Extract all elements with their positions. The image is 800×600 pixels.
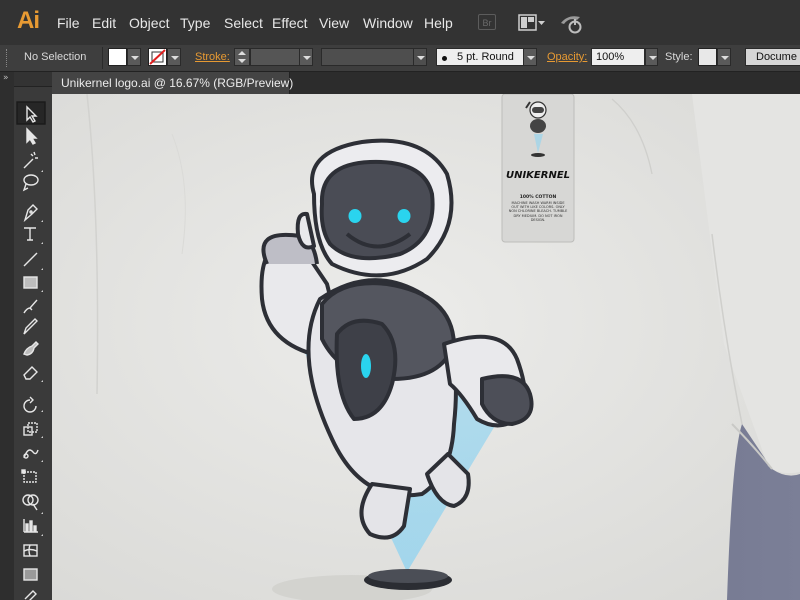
robot-chest-light xyxy=(361,354,371,378)
fill-swatch[interactable] xyxy=(108,48,127,66)
variable-width-dropdown[interactable] xyxy=(413,48,427,66)
menu-file[interactable]: File xyxy=(57,15,80,31)
eraser-tool-icon[interactable] xyxy=(17,364,45,386)
gradient-tool-icon[interactable] xyxy=(17,564,45,586)
tools-panel: » xyxy=(0,72,53,600)
control-bar: No Selection Stroke: 5 pt. Round Opacity… xyxy=(0,45,800,72)
stroke-dropdown[interactable] xyxy=(167,48,181,66)
divider xyxy=(102,47,103,69)
opacity-arrow[interactable] xyxy=(645,48,658,66)
pen-tool-icon[interactable] xyxy=(17,202,45,224)
tag-care-block: MACHINE WASH WARM INSIDE OUT WITH LIKE C… xyxy=(508,201,568,222)
rotate-tool-icon[interactable] xyxy=(17,394,45,416)
graphic-style-swatch[interactable] xyxy=(698,48,717,66)
shape-builder-tool-icon[interactable] xyxy=(17,490,45,512)
tshirt-mockup-artwork: UNIKERNEL 100% COTTON MACHINE WASH WARM … xyxy=(52,94,800,600)
menu-effect[interactable]: Effect xyxy=(272,15,308,31)
opacity-field[interactable]: 100% xyxy=(591,48,645,66)
scale-tool-icon[interactable] xyxy=(17,419,45,441)
brush-definition-field[interactable]: 5 pt. Round xyxy=(436,48,524,66)
control-bar-grip[interactable] xyxy=(6,49,10,67)
stroke-none-swatch-icon[interactable] xyxy=(148,48,167,66)
eyedropper-tool-icon[interactable] xyxy=(17,587,45,600)
arrange-documents-icon[interactable] xyxy=(518,14,546,32)
paintbrush-tool-icon[interactable] xyxy=(17,297,45,319)
graph-tool-icon[interactable] xyxy=(17,515,45,537)
tag-brand-text: UNIKERNEL xyxy=(506,170,570,181)
robot-eye-left xyxy=(348,209,362,223)
stroke-weight-field[interactable] xyxy=(250,48,300,66)
stroke-weight-stepper[interactable] xyxy=(234,48,250,66)
artboard-canvas[interactable]: UNIKERNEL 100% COTTON MACHINE WASH WARM … xyxy=(52,94,800,600)
lasso-tool-icon[interactable] xyxy=(17,173,45,195)
menu-object[interactable]: Object xyxy=(129,15,169,31)
bridge-button[interactable]: Br xyxy=(478,14,496,30)
menu-edit[interactable]: Edit xyxy=(92,15,116,31)
warp-tool-icon[interactable] xyxy=(17,443,45,465)
tag-care-text: MACHINE WASH WARM INSIDE OUT WITH LIKE C… xyxy=(508,201,568,222)
magic-wand-tool-icon[interactable] xyxy=(17,150,45,172)
document-tab[interactable]: Unikernel logo.ai @ 16.67% (RGB/Preview) xyxy=(52,72,293,94)
line-tool-icon[interactable] xyxy=(17,249,45,271)
robot-eye-right xyxy=(397,209,411,223)
stroke-weight-dropdown[interactable] xyxy=(299,48,313,66)
document-tab-bar: Unikernel logo.ai @ 16.67% (RGB/Preview) xyxy=(52,72,800,94)
direct-selection-tool-icon[interactable] xyxy=(17,126,45,148)
menu-type[interactable]: Type xyxy=(180,15,210,31)
document-setup-button[interactable]: Docume xyxy=(745,48,800,66)
type-tool-icon[interactable] xyxy=(17,224,45,246)
app-logo: Ai xyxy=(17,7,40,34)
rectangle-tool-icon[interactable] xyxy=(17,272,45,294)
graphic-style-dropdown[interactable] xyxy=(717,48,731,66)
menu-select[interactable]: Select xyxy=(224,15,263,31)
menu-window[interactable]: Window xyxy=(363,15,413,31)
brush-dot-icon xyxy=(442,56,447,61)
stroke-label[interactable]: Stroke: xyxy=(195,51,230,63)
sync-settings-icon[interactable] xyxy=(558,11,584,35)
menu-help[interactable]: Help xyxy=(424,15,453,31)
selection-status: No Selection xyxy=(24,51,87,63)
blob-brush-tool-icon[interactable] xyxy=(17,340,45,362)
menu-bar: Ai File Edit Object Type Select Effect V… xyxy=(0,0,800,46)
free-transform-tool-icon[interactable] xyxy=(17,467,45,489)
mesh-tool-icon[interactable] xyxy=(17,540,45,562)
brush-dropdown[interactable] xyxy=(523,48,537,66)
tag-material-text: 100% COTTON xyxy=(520,194,557,200)
fill-dropdown[interactable] xyxy=(127,48,141,66)
pencil-tool-icon[interactable] xyxy=(17,318,45,340)
selection-tool-icon[interactable] xyxy=(17,102,45,124)
style-label: Style: xyxy=(665,51,693,63)
variable-width-field[interactable] xyxy=(321,48,414,66)
menu-view[interactable]: View xyxy=(319,15,349,31)
opacity-label[interactable]: Opacity: xyxy=(547,51,587,63)
